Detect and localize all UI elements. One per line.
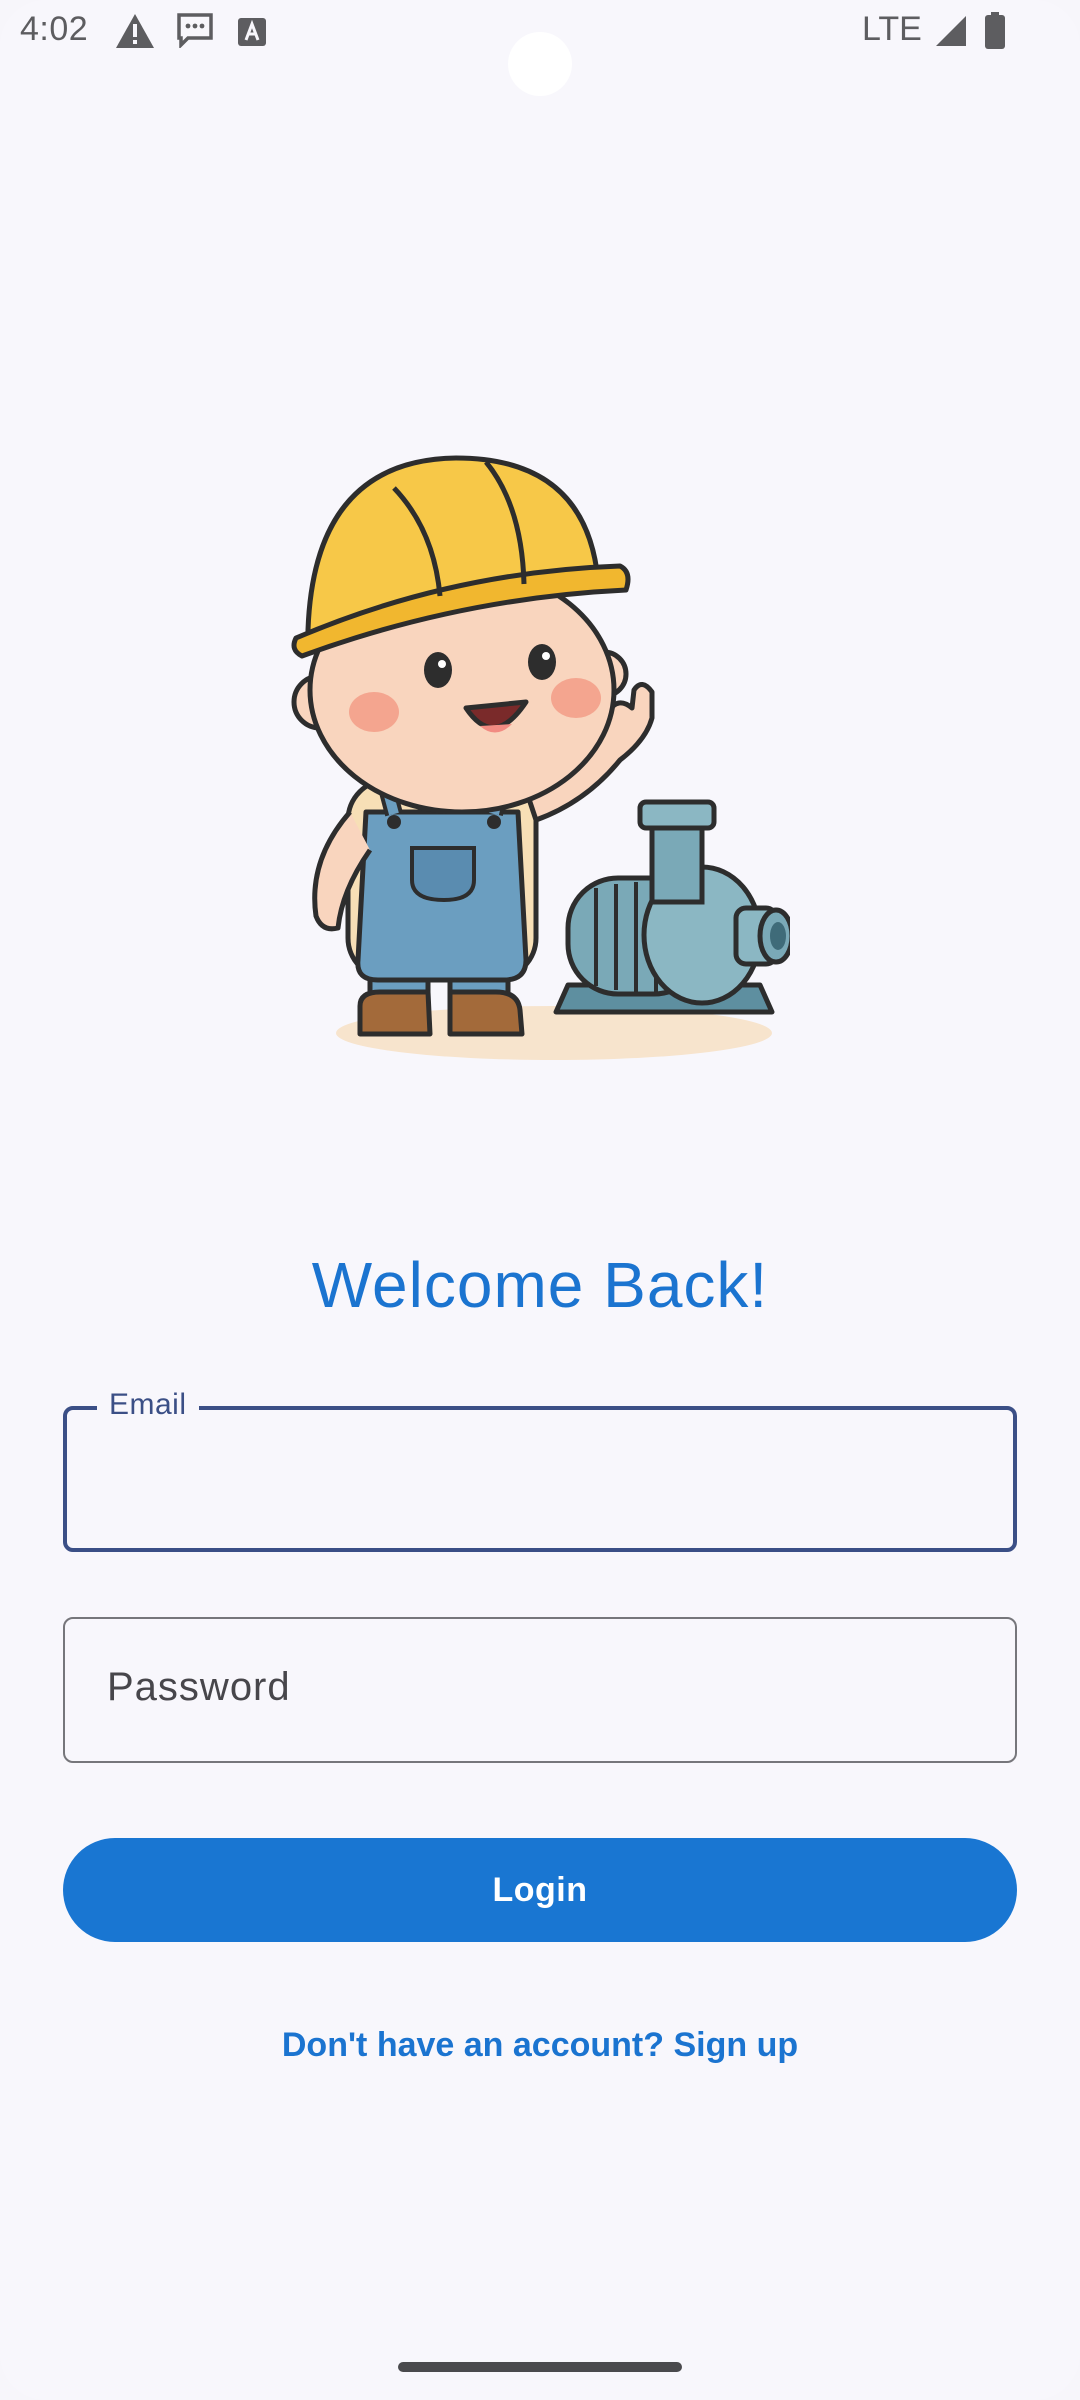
signal-icon bbox=[936, 16, 966, 46]
text-a-icon bbox=[238, 18, 266, 46]
status-bar: 4:02 LTE bbox=[0, 0, 1080, 96]
login-button[interactable]: Login bbox=[63, 1838, 1017, 1942]
status-time: 4:02 bbox=[20, 10, 89, 48]
email-field[interactable]: Email bbox=[63, 1388, 1017, 1552]
warning-icon bbox=[116, 14, 154, 48]
network-type: LTE bbox=[862, 10, 922, 48]
front-camera bbox=[508, 32, 572, 96]
home-indicator[interactable] bbox=[398, 2362, 682, 2372]
worker-pump-illustration bbox=[291, 455, 790, 1060]
login-screen: 4:02 LTE Welcome Back! Email Password Lo… bbox=[0, 0, 1080, 2400]
password-field[interactable]: Password bbox=[63, 1617, 1017, 1763]
welcome-title: Welcome Back! bbox=[311, 1249, 769, 1321]
email-label: Email bbox=[97, 1388, 199, 1422]
password-placeholder: Password bbox=[107, 1665, 291, 1709]
battery-icon bbox=[985, 12, 1005, 49]
signup-link[interactable]: Don't have an account? Sign up bbox=[0, 2026, 1080, 2065]
message-icon bbox=[177, 13, 213, 48]
